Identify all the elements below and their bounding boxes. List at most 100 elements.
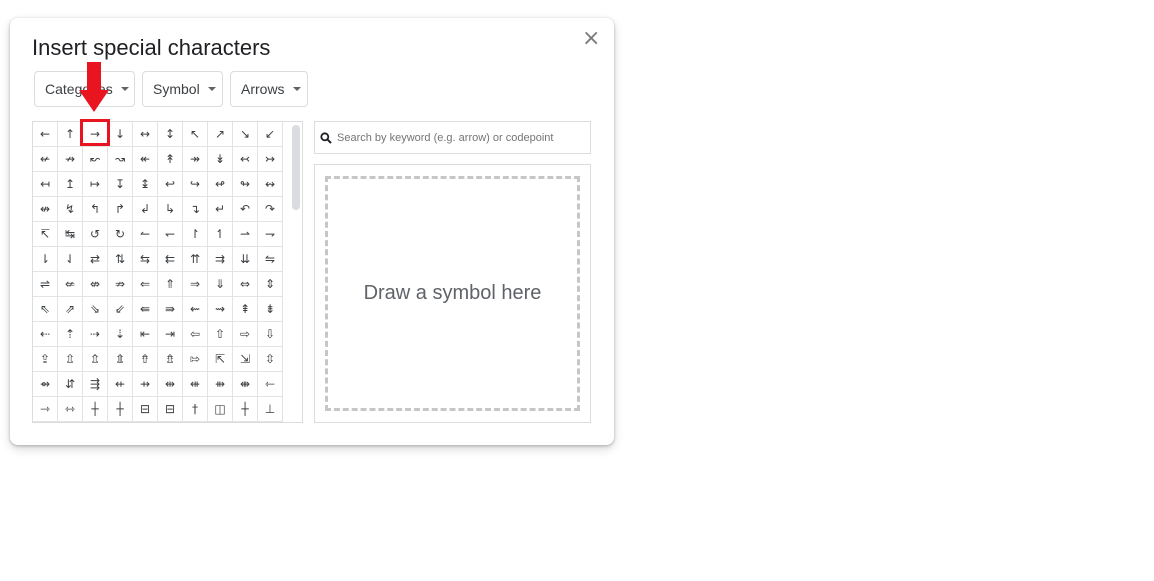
character-cell[interactable]: ⇞ xyxy=(233,297,258,322)
character-cell[interactable]: ↕ xyxy=(158,122,183,147)
character-cell[interactable]: ↽ xyxy=(158,222,183,247)
character-cell[interactable]: ↤ xyxy=(33,172,58,197)
character-cell[interactable]: ⇀ xyxy=(233,222,258,247)
character-cell[interactable]: ⊟ xyxy=(133,397,158,422)
character-cell[interactable]: ↯ xyxy=(58,197,83,222)
character-cell[interactable]: ⇉ xyxy=(208,247,233,272)
character-cell[interactable]: ↬ xyxy=(233,172,258,197)
character-cell[interactable]: ↦ xyxy=(83,172,108,197)
character-cell[interactable]: ⇧ xyxy=(208,322,233,347)
character-cell[interactable]: ⇾ xyxy=(33,397,58,422)
character-cell[interactable]: ⇩ xyxy=(258,322,283,347)
character-cell[interactable]: ⇿ xyxy=(58,397,83,422)
character-cell[interactable]: ↠ xyxy=(183,147,208,172)
character-cell[interactable]: ⇊ xyxy=(233,247,258,272)
character-cell[interactable]: ↖ xyxy=(183,122,208,147)
character-cell[interactable]: ↰ xyxy=(83,197,108,222)
category-dropdown[interactable]: Categories xyxy=(34,71,135,107)
character-cell[interactable]: ↡ xyxy=(208,147,233,172)
character-cell[interactable]: ⇰ xyxy=(183,347,208,372)
character-cell[interactable]: ⇘ xyxy=(83,297,108,322)
character-cell[interactable]: ┼ xyxy=(233,397,258,422)
character-cell[interactable]: ⇇ xyxy=(158,247,183,272)
character-cell[interactable]: ⇴ xyxy=(33,372,58,397)
character-cell[interactable]: ⇤ xyxy=(133,322,158,347)
character-cell[interactable]: ⇔ xyxy=(233,272,258,297)
character-cell[interactable]: ↻ xyxy=(108,222,133,247)
character-cell[interactable]: ↿ xyxy=(208,222,233,247)
character-cell[interactable]: ↝ xyxy=(108,147,133,172)
character-cell[interactable]: † xyxy=(183,397,208,422)
character-cell[interactable]: ⇓ xyxy=(208,272,233,297)
search-input[interactable] xyxy=(337,131,577,144)
character-cell[interactable]: ┼ xyxy=(108,397,133,422)
character-cell[interactable]: ⇄ xyxy=(83,247,108,272)
character-cell[interactable]: ⇚ xyxy=(133,297,158,322)
character-cell[interactable]: ⇢ xyxy=(83,322,108,347)
character-cell[interactable]: ⇣ xyxy=(108,322,133,347)
character-cell[interactable]: ⇽ xyxy=(258,372,283,397)
character-cell[interactable]: ↺ xyxy=(83,222,108,247)
character-cell[interactable]: ⇁ xyxy=(258,222,283,247)
character-cell[interactable]: ⇕ xyxy=(258,272,283,297)
character-cell[interactable]: ⇑ xyxy=(158,272,183,297)
character-cell[interactable]: ⇏ xyxy=(108,272,133,297)
character-cell[interactable]: ↣ xyxy=(258,147,283,172)
character-cell[interactable]: ↥ xyxy=(58,172,83,197)
character-cell[interactable]: ⇻ xyxy=(208,372,233,397)
character-cell[interactable]: ↛ xyxy=(58,147,83,172)
character-cell[interactable]: ⇠ xyxy=(33,322,58,347)
character-cell[interactable]: ⇹ xyxy=(158,372,183,397)
character-cell[interactable]: ↸ xyxy=(33,222,58,247)
character-cell[interactable]: ⇙ xyxy=(108,297,133,322)
character-cell[interactable]: ⇫ xyxy=(58,347,83,372)
character-cell[interactable]: ↘ xyxy=(233,122,258,147)
character-cell[interactable]: ↳ xyxy=(158,197,183,222)
character-cell[interactable]: ↲ xyxy=(133,197,158,222)
character-cell[interactable]: ⇟ xyxy=(258,297,283,322)
character-cell[interactable]: ↔ xyxy=(133,122,158,147)
character-cell[interactable]: ⇃ xyxy=(58,247,83,272)
character-cell[interactable]: ⇋ xyxy=(258,247,283,272)
character-cell[interactable]: ⇛ xyxy=(158,297,183,322)
character-cell[interactable]: ⇮ xyxy=(133,347,158,372)
character-cell[interactable]: ⇷ xyxy=(108,372,133,397)
character-cell[interactable]: ⇎ xyxy=(83,272,108,297)
character-cell[interactable]: ↼ xyxy=(133,222,158,247)
character-cell[interactable]: ↴ xyxy=(183,197,208,222)
character-cell[interactable]: ↙ xyxy=(258,122,283,147)
character-cell[interactable]: ⇈ xyxy=(183,247,208,272)
character-cell[interactable]: ⊟ xyxy=(158,397,183,422)
character-cell[interactable]: ┼ xyxy=(83,397,108,422)
character-cell[interactable]: ⇝ xyxy=(208,297,233,322)
character-cell[interactable]: ↓ xyxy=(108,122,133,147)
character-cell[interactable]: ⇶ xyxy=(83,372,108,397)
character-cell[interactable]: ⇵ xyxy=(58,372,83,397)
character-cell[interactable]: ⇸ xyxy=(133,372,158,397)
character-cell[interactable]: ⇖ xyxy=(33,297,58,322)
character-cell[interactable]: ↟ xyxy=(158,147,183,172)
character-cell[interactable]: ⇪ xyxy=(33,347,58,372)
character-cell[interactable]: ⇂ xyxy=(33,247,58,272)
close-icon[interactable]: × xyxy=(582,28,600,50)
subcategory-dropdown[interactable]: Symbol xyxy=(142,71,223,107)
character-cell[interactable]: ↑ xyxy=(58,122,83,147)
character-cell[interactable]: ⇭ xyxy=(108,347,133,372)
character-cell[interactable]: ◫ xyxy=(208,397,233,422)
character-cell[interactable]: ⇯ xyxy=(158,347,183,372)
character-cell[interactable]: ⇒ xyxy=(183,272,208,297)
character-cell[interactable]: ⇥ xyxy=(158,322,183,347)
character-cell[interactable]: ↫ xyxy=(208,172,233,197)
character-cell[interactable]: ⇍ xyxy=(58,272,83,297)
character-cell[interactable]: ↮ xyxy=(33,197,58,222)
character-cell[interactable]: ↜ xyxy=(83,147,108,172)
character-cell[interactable]: ↭ xyxy=(258,172,283,197)
character-cell[interactable]: ⇌ xyxy=(33,272,58,297)
character-cell[interactable]: ⇗ xyxy=(58,297,83,322)
character-cell[interactable]: ↩ xyxy=(158,172,183,197)
character-cell[interactable]: ↵ xyxy=(208,197,233,222)
character-cell[interactable]: ⇜ xyxy=(183,297,208,322)
character-cell[interactable]: ⇆ xyxy=(133,247,158,272)
character-cell[interactable]: ⇲ xyxy=(233,347,258,372)
character-cell[interactable]: ⇺ xyxy=(183,372,208,397)
